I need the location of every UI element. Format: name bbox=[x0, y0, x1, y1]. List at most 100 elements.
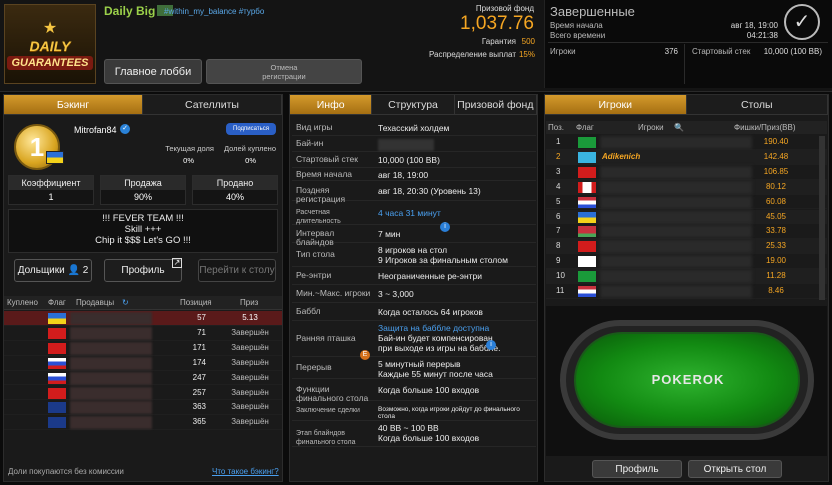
seller-row[interactable]: 365 Завершён bbox=[4, 415, 282, 431]
tr-flag-icon bbox=[48, 327, 66, 339]
seller-name bbox=[70, 371, 152, 385]
info-key: Перерыв bbox=[296, 362, 332, 372]
pokerok-logo: POKEROK bbox=[651, 372, 725, 387]
player-row[interactable]: 7 33.78 bbox=[546, 224, 827, 240]
backer-message: !!! FEVER TEAM !!! Skill +++ Chip it $$$… bbox=[8, 209, 278, 253]
players-scrollbar[interactable] bbox=[819, 136, 825, 300]
backer-name[interactable]: Mitrofan84 bbox=[74, 125, 117, 135]
prize-pool-value: 1,037.76 bbox=[460, 13, 534, 34]
tab-tables[interactable]: Столы bbox=[687, 95, 828, 114]
unregister-button[interactable]: Отмена регистрации bbox=[206, 59, 362, 84]
player-name bbox=[600, 165, 752, 179]
refresh-icon[interactable]: ↻ bbox=[122, 298, 129, 307]
seller-row[interactable]: 363 Завершён bbox=[4, 400, 282, 416]
star-icon: ★ bbox=[42, 20, 58, 37]
player-profile-button[interactable]: Профиль bbox=[592, 460, 682, 478]
player-row[interactable]: 6 45.05 bbox=[546, 209, 827, 225]
jp-flag-icon bbox=[578, 256, 596, 268]
seller-row[interactable]: 257 Завершён bbox=[4, 386, 282, 401]
what-is-backing-link[interactable]: Что такое бэкинг? bbox=[212, 467, 279, 476]
goto-table-button[interactable]: Перейти к столу bbox=[198, 259, 276, 282]
subscribe-button[interactable]: Подписаться bbox=[226, 123, 276, 135]
players-tabs: Игроки Столы bbox=[545, 95, 828, 115]
tab-info[interactable]: Инфо bbox=[290, 95, 373, 114]
info-key: Этап блайндов финального стола bbox=[296, 430, 356, 446]
info-icon[interactable]: i bbox=[486, 340, 496, 350]
cn-flag-icon bbox=[578, 241, 596, 253]
shareholders-button[interactable]: Дольщики 👤 2 bbox=[14, 259, 92, 282]
start-time-value: авг 18, 19:00 bbox=[730, 21, 778, 30]
seller-name bbox=[70, 341, 152, 355]
info-key: Стартовый стек bbox=[296, 154, 358, 164]
buyin-value bbox=[378, 139, 434, 151]
player-row[interactable]: 2 Adikenich 142.48 bbox=[546, 149, 827, 165]
ca-flag-icon bbox=[578, 181, 596, 193]
ukraine-flag-icon bbox=[46, 151, 64, 164]
player-row[interactable]: 10 11.28 bbox=[546, 269, 827, 284]
info-key: Ранняя пташка bbox=[296, 333, 356, 343]
seller-prize: Завершён bbox=[231, 327, 269, 337]
backing-tabs: Бэкинг Сателлиты bbox=[4, 95, 282, 115]
current-share-value: 0% bbox=[183, 156, 194, 165]
info-row: Этап блайндов финального стола 40 BB ~ 10… bbox=[292, 421, 536, 447]
player-position: 5 bbox=[556, 196, 561, 206]
player-name bbox=[600, 270, 752, 284]
tr-flag-icon bbox=[48, 342, 66, 354]
info-value: Возможно, когда игроки дойдут до финальн… bbox=[378, 406, 520, 420]
tab-structure[interactable]: Структура bbox=[372, 95, 455, 114]
profile-button[interactable]: Профиль bbox=[104, 259, 182, 282]
external-link-icon[interactable]: ↗ bbox=[172, 258, 182, 268]
player-row[interactable]: 1 190.40 bbox=[546, 135, 827, 150]
stat-sold: Продано 40% bbox=[192, 175, 278, 205]
seller-row[interactable]: 171 Завершён bbox=[4, 341, 282, 356]
main-lobby-button[interactable]: Главное лобби bbox=[104, 59, 202, 84]
info-row: Расчетная длительность 4 часа 31 минут bbox=[292, 201, 536, 225]
player-row[interactable]: 11 8.46 bbox=[546, 284, 827, 299]
player-row[interactable]: 9 19.00 bbox=[546, 254, 827, 270]
player-row[interactable]: 4 80.12 bbox=[546, 179, 827, 195]
open-table-button[interactable]: Открыть стол bbox=[688, 460, 782, 478]
gb-flag-icon bbox=[48, 402, 66, 414]
player-row[interactable]: 5 60.08 bbox=[546, 195, 827, 210]
info-row: Ре-энтри Неограниченные ре-энтри bbox=[292, 267, 536, 285]
info-value: 5 минутный перерыв Каждые 55 минут после … bbox=[378, 359, 493, 379]
current-share-label: Текущая доля bbox=[165, 144, 214, 153]
player-row[interactable]: 3 106.85 bbox=[546, 165, 827, 180]
player-position: 2 bbox=[556, 151, 561, 161]
player-chips: 45.05 bbox=[765, 211, 787, 221]
seller-name bbox=[70, 356, 152, 370]
info-value: 7 мин bbox=[378, 229, 401, 239]
stat-coefficient: Коэффициент 1 bbox=[8, 175, 94, 205]
tab-players[interactable]: Игроки bbox=[545, 95, 687, 114]
seller-row[interactable]: 71 Завершён bbox=[4, 326, 282, 341]
player-position: 3 bbox=[556, 166, 561, 176]
seller-row[interactable]: 57 5.13 bbox=[4, 311, 282, 326]
info-row: Время начала авг 18, 19:00 bbox=[292, 168, 536, 181]
player-row[interactable]: 8 25.33 bbox=[546, 239, 827, 255]
players-value: 376 bbox=[664, 47, 678, 56]
player-chips: 11.28 bbox=[766, 271, 786, 281]
info-icon[interactable]: i bbox=[440, 222, 450, 232]
tournament-tags[interactable]: #within_my_balance #турбо bbox=[164, 7, 264, 16]
seller-prize: Завершён bbox=[231, 372, 269, 382]
players-label: Игроки bbox=[550, 47, 576, 56]
seller-name bbox=[70, 312, 152, 325]
info-value: Когда больше 100 входов bbox=[378, 385, 480, 395]
payout-value: 15% bbox=[518, 50, 535, 59]
seller-row[interactable]: 247 Завершён bbox=[4, 371, 282, 386]
stat-sale: Продажа 90% bbox=[100, 175, 186, 205]
bought-share-value: 0% bbox=[245, 156, 256, 165]
tab-satellites[interactable]: Сателлиты bbox=[143, 95, 282, 114]
search-icon[interactable]: 🔍 bbox=[674, 123, 684, 132]
ru-flag-icon bbox=[48, 357, 66, 369]
player-name bbox=[600, 210, 752, 224]
seller-position: 171 bbox=[192, 342, 206, 352]
seller-name bbox=[70, 326, 152, 340]
ua-flag-icon bbox=[48, 313, 66, 324]
tab-backing[interactable]: Бэкинг bbox=[4, 95, 143, 114]
player-chips: 142.48 bbox=[763, 151, 789, 161]
info-key: Расчетная длительность bbox=[296, 209, 341, 225]
seller-row[interactable]: 174 Завершён bbox=[4, 356, 282, 371]
seller-position: 257 bbox=[192, 387, 206, 397]
tab-prize-pool[interactable]: Призовой фонд bbox=[455, 95, 537, 114]
